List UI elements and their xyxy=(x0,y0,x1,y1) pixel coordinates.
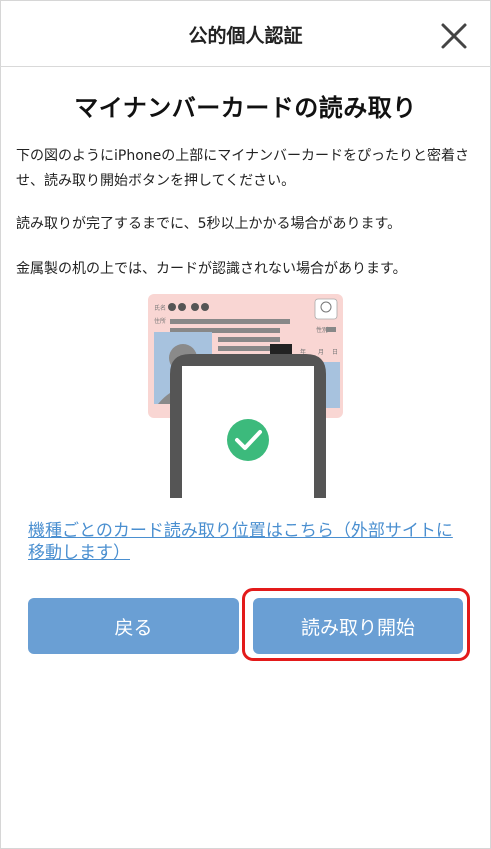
close-button[interactable] xyxy=(436,18,472,54)
card-position-link[interactable]: 機種ごとのカード読み取り位置はこちら（外部サイトに移動します） xyxy=(28,520,468,564)
start-reading-button[interactable]: 読み取り開始 xyxy=(253,598,463,654)
header-title: 公的個人認証 xyxy=(188,25,303,47)
svg-text:日: 日 xyxy=(332,349,338,356)
back-button[interactable]: 戻る xyxy=(28,598,239,654)
card-reading-illustration: 氏名 住所 性別 年 月 日 xyxy=(140,292,350,498)
header: 公的個人認証 xyxy=(0,0,491,67)
svg-text:氏名: 氏名 xyxy=(154,304,166,312)
page-title: マイナンバーカードの読み取り xyxy=(74,94,417,122)
checkmark-circle-icon xyxy=(227,419,269,461)
duration-note: 読み取りが完了するまでに、5秒以上かかる場合があります。 xyxy=(16,216,402,232)
svg-text:住所: 住所 xyxy=(154,317,166,325)
svg-text:月: 月 xyxy=(318,349,324,356)
instruction-text: 下の図のようにiPhoneの上部にマイナンバーカードをぴったりと密着させ、読み取… xyxy=(16,148,469,189)
close-icon xyxy=(441,23,467,49)
metal-desk-note: 金属製の机の上では、カードが認識されない場合があります。 xyxy=(16,261,407,277)
